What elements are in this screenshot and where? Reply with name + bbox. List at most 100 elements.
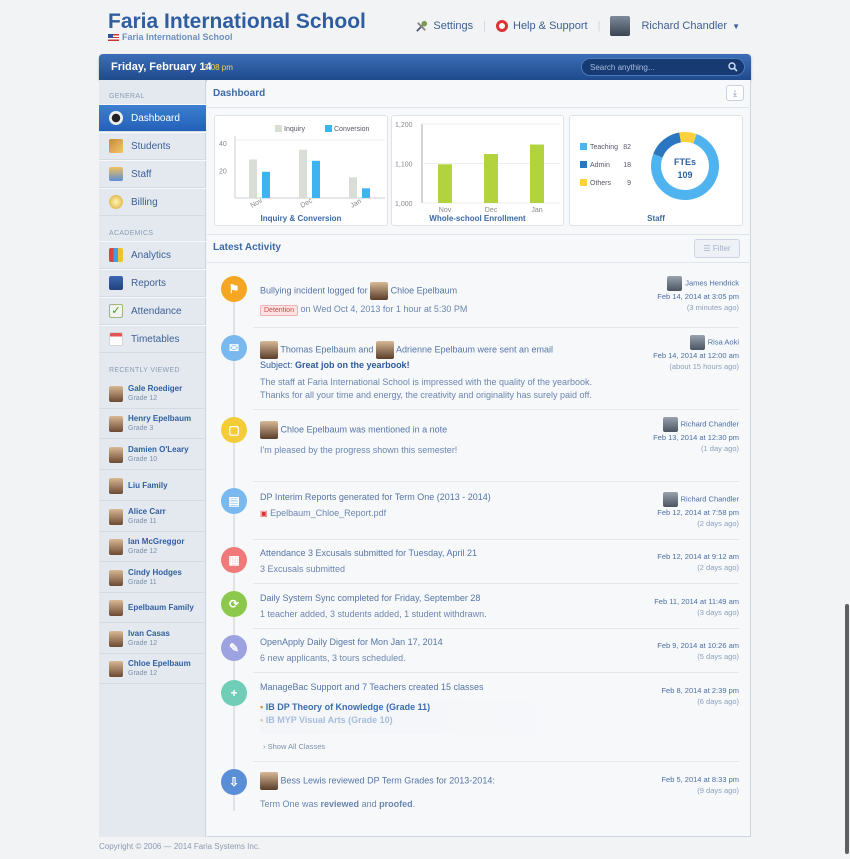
search-placeholder: Search anything... — [590, 63, 655, 72]
event-title[interactable]: Daily System Sync — [260, 593, 335, 603]
us-flag-icon — [108, 33, 119, 41]
book-icon — [109, 276, 123, 290]
recent-name: Ivan Casas — [128, 629, 170, 638]
author-name[interactable]: Richard Chandler — [681, 419, 739, 428]
event-title[interactable]: ManageBac Support — [260, 682, 342, 692]
lifebuoy-icon — [496, 20, 508, 32]
event-title[interactable]: OpenApply Daily Digest — [260, 637, 355, 647]
recent-item[interactable]: Chloe Epelbaum Grade 12 — [99, 654, 206, 684]
sidebar-item-staff[interactable]: Staff — [99, 160, 206, 188]
activity-text: DP Interim Reports generated for Term On… — [260, 491, 491, 504]
tools-icon — [416, 20, 428, 32]
sidebar-item-students[interactable]: Students — [99, 132, 206, 160]
sync-icon: ⟳ — [221, 591, 247, 617]
class-item[interactable]: ▪ IB MYP Visual Arts (Grade 10) — [260, 715, 393, 725]
divider — [253, 583, 739, 584]
school-name[interactable]: Faria International School — [108, 10, 366, 34]
download-button[interactable]: ⤓ — [726, 85, 744, 101]
event-detail: I'm pleased by the progress shown this s… — [260, 445, 458, 455]
download-icon: ⤓ — [733, 88, 737, 98]
activity-text: Attendance 3 Excusals submitted for Tues… — [260, 547, 477, 560]
class-list: ▪ IB DP Theory of Knowledge (Grade 11) ▪… — [260, 700, 614, 734]
author-name[interactable]: Risa Aoki — [708, 337, 739, 346]
bar — [362, 188, 370, 198]
file-link[interactable]: Epelbaum_Chloe_Report.pdf — [270, 508, 386, 518]
sidebar-item-timetables[interactable]: Timetables — [99, 325, 206, 353]
avatar — [662, 417, 678, 432]
recent-item[interactable]: Gale Roediger Grade 12 — [99, 379, 206, 409]
divider — [253, 672, 739, 673]
event-target[interactable]: 15 classes — [441, 682, 484, 692]
search-icon[interactable] — [728, 62, 738, 72]
sidebar-item-dashboard[interactable]: Dashboard — [99, 104, 206, 132]
reviewed-label: reviewed — [320, 799, 360, 809]
timestamp: Feb 13, 2014 at 12:30 pm — [653, 433, 739, 442]
author-name[interactable]: Richard Chandler — [681, 494, 739, 503]
event-target[interactable]: Term One (2013 - 2014) — [395, 492, 491, 502]
activity-text: Bess Lewis reviewed DP Term Grades for 2… — [260, 772, 495, 790]
event-text: reviewed — [326, 775, 368, 786]
recent-item[interactable]: Cindy Hodges Grade 11 — [99, 563, 206, 593]
event-detail: 1 teacher added, 3 students added, 1 stu… — [260, 609, 487, 619]
avatar — [260, 341, 278, 359]
divider — [207, 234, 751, 235]
class-link[interactable]: IB DP Theory of Knowledge (Grade 11) — [266, 702, 430, 712]
class-link[interactable]: IB MYP Visual Arts (Grade 10) — [266, 715, 393, 725]
recent-grade: Grade 3 — [128, 425, 154, 432]
sidebar-item-billing[interactable]: Billing — [99, 188, 206, 216]
filter-button[interactable]: ☰ Filter — [694, 239, 740, 258]
relative-time: (5 days ago) — [697, 652, 739, 661]
class-item[interactable]: ▪ IB DP Theory of Knowledge (Grade 11) — [260, 702, 430, 712]
flag-icon: ⚑ — [221, 276, 247, 302]
recent-item[interactable]: Henry Epelbaum Grade 3 — [99, 409, 206, 439]
event-target[interactable]: 7 Teachers — [362, 682, 406, 692]
sidebar-item-label: Attendance — [131, 305, 182, 317]
timestamp: Feb 5, 2014 at 8:33 pm — [661, 775, 739, 784]
bar — [530, 144, 544, 203]
sidebar-item-attendance[interactable]: ✓ Attendance — [99, 297, 206, 325]
event-title[interactable]: Attendance 3 Excusals — [260, 548, 352, 558]
x-tick-label: Jan — [350, 198, 363, 210]
y-tick-label: 1,100 — [395, 162, 413, 169]
recent-item[interactable]: Epelbaum Family — [99, 593, 206, 623]
recent-item[interactable]: Damien O'Leary Grade 10 — [99, 440, 206, 470]
avatar — [689, 335, 705, 350]
event-title[interactable]: DP Interim Reports — [260, 492, 336, 502]
sidebar-item-label: Billing — [131, 196, 158, 208]
user-menu[interactable]: Richard Chandler ▼ — [610, 16, 740, 36]
subject-text: Great job on the yearbook! — [295, 360, 410, 370]
x-tick-label: Dec — [300, 197, 315, 210]
avatar — [109, 538, 123, 555]
person-link[interactable]: Adrienne Epelbaum — [396, 344, 475, 354]
attachment[interactable]: ▣ Epelbaum_Chloe_Report.pdf — [260, 508, 386, 518]
person-link[interactable]: Chloe Epelbaum — [281, 424, 348, 434]
bar — [249, 159, 257, 198]
recent-item[interactable]: Liu Family — [99, 471, 206, 501]
show-all-classes-link[interactable]: › Show All Classes — [263, 742, 325, 751]
person-link[interactable]: Bess Lewis — [281, 775, 327, 785]
event-text: generated for — [336, 492, 395, 502]
help-link[interactable]: Help & Support — [496, 20, 588, 32]
legend-value: 9 — [627, 180, 631, 187]
recent-name: Gale Roediger — [128, 384, 183, 393]
settings-link[interactable]: Settings — [415, 20, 473, 33]
search-input[interactable]: Search anything... — [581, 58, 745, 76]
legend-swatch — [580, 161, 587, 168]
event-target[interactable]: DP Term Grades — [367, 775, 434, 785]
activity-text: Bullying incident logged for Chloe Epelb… — [260, 282, 457, 300]
sidebar-item-reports[interactable]: Reports — [99, 269, 206, 297]
recent-item[interactable]: Ivan Casas Grade 12 — [99, 624, 206, 654]
avatar — [109, 446, 123, 463]
person-link[interactable]: Thomas Epelbaum — [280, 344, 356, 354]
report-icon: ▤ — [221, 488, 247, 514]
author-name[interactable]: James Hendrick — [685, 278, 739, 287]
recent-item[interactable]: Ian McGreggor Grade 12 — [99, 532, 206, 562]
recent-item[interactable]: Alice Carr Grade 11 — [99, 502, 206, 532]
page-scrollbar[interactable] — [845, 604, 849, 854]
enrollment-chart: 1,000 1,100 1,200 Nov Dec Jan — [395, 122, 560, 214]
person-link[interactable]: Chloe Epelbaum — [391, 285, 458, 295]
activity-text: OpenApply Daily Digest for Mon Jan 17, 2… — [260, 636, 443, 649]
sidebar-item-analytics[interactable]: Analytics — [99, 241, 206, 269]
donut-label: FTEs — [674, 157, 696, 167]
event-title[interactable]: Bullying — [260, 285, 292, 295]
